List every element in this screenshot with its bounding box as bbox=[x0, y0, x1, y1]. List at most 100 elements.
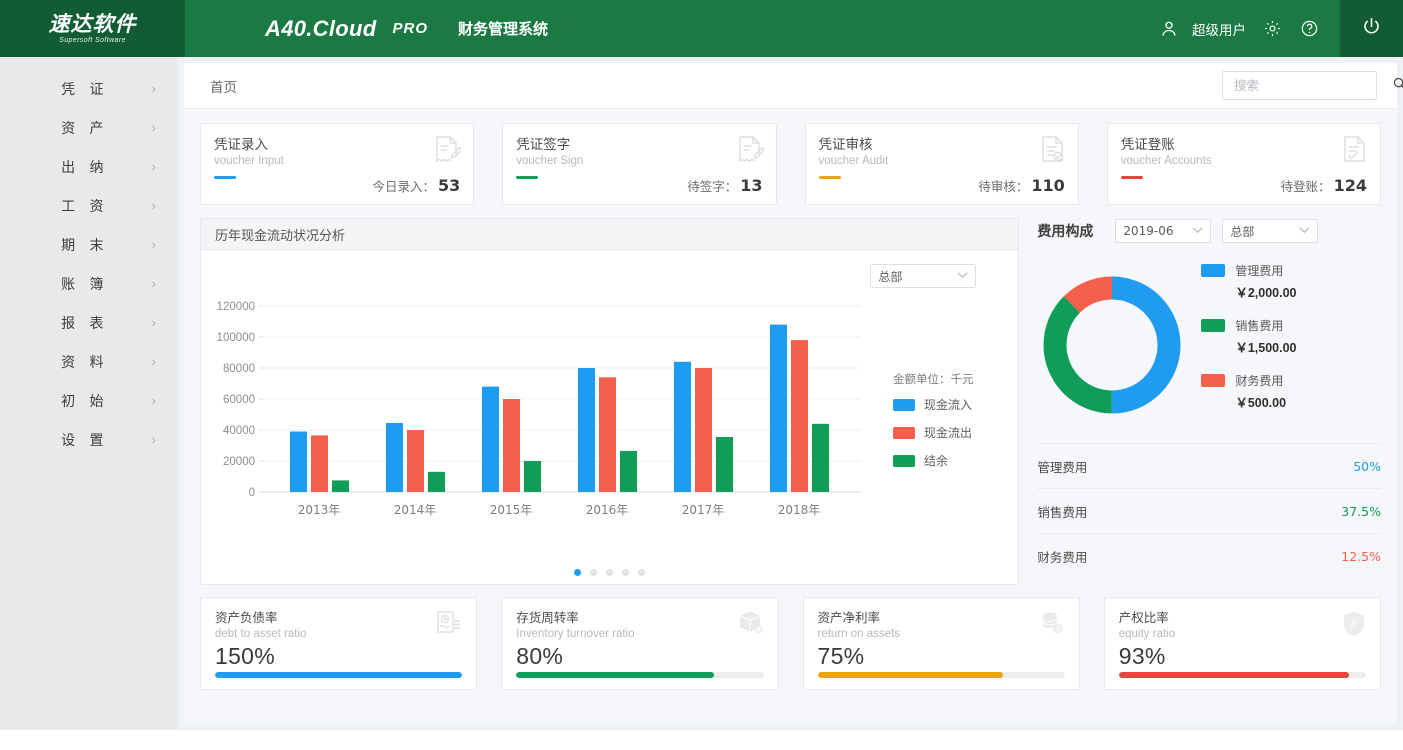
expense-percent-list: 管理费用 50% 销售费用 37.5% 财务费用 12.5% bbox=[1037, 443, 1381, 578]
sidebar-item-gongzi[interactable]: 工 资 › bbox=[0, 186, 178, 225]
svg-text:R: R bbox=[1351, 619, 1358, 630]
search-icon[interactable] bbox=[1392, 76, 1403, 96]
expense-percent: 12.5% bbox=[1341, 549, 1381, 564]
legend-item-inflow[interactable]: 现金流入 bbox=[893, 396, 974, 413]
svg-text:2018年: 2018年 bbox=[778, 503, 821, 517]
svg-text:120000: 120000 bbox=[217, 301, 255, 313]
legend-swatch bbox=[893, 455, 915, 467]
ratio-card-debt-to-asset[interactable]: 资产负债率 debt to asset ratio 150% bbox=[200, 597, 477, 690]
donut-legend-item-finance[interactable]: 财务费用 ￥500.00 bbox=[1201, 372, 1296, 411]
user-icon[interactable] bbox=[1150, 19, 1188, 39]
kpi-stat-label: 今日录入： bbox=[372, 179, 435, 194]
breadcrumb[interactable]: 首页 bbox=[210, 76, 237, 96]
ratio-progress-track bbox=[516, 672, 763, 678]
chevron-right-icon: › bbox=[152, 433, 156, 446]
expense-name: 财务费用 bbox=[1037, 547, 1087, 566]
sidebar-item-label: 出 纳 bbox=[0, 157, 152, 177]
legend-item-outflow[interactable]: 现金流出 bbox=[893, 424, 974, 441]
sidebar-item-shezhi[interactable]: 设 置 › bbox=[0, 420, 178, 459]
sidebar-item-label: 工 资 bbox=[0, 196, 152, 216]
ratio-card-inventory-turnover[interactable]: 存货周转率 Inventory turnover ratio 80% bbox=[501, 597, 778, 690]
help-icon[interactable] bbox=[1291, 19, 1328, 38]
chevron-down-icon bbox=[1299, 226, 1310, 237]
kpi-stat: 待登账：124 bbox=[1281, 176, 1367, 195]
ratio-title-cn: 产权比率 bbox=[1119, 607, 1366, 626]
ratio-value: 93% bbox=[1119, 643, 1366, 670]
legend-swatch bbox=[893, 399, 915, 411]
report-chart-icon bbox=[436, 610, 462, 641]
expense-dept-selector[interactable]: 总部 bbox=[1222, 219, 1318, 243]
sidebar-item-zichan[interactable]: 资 产 › bbox=[0, 108, 178, 147]
donut-legend-label: 财务费用 bbox=[1235, 372, 1286, 389]
kpi-stat-label: 待审核： bbox=[978, 179, 1028, 194]
voucher-audit-icon bbox=[1040, 135, 1066, 170]
user-name-label[interactable]: 超级用户 bbox=[1188, 19, 1254, 39]
carousel-dot-4[interactable] bbox=[622, 569, 629, 576]
donut-area: 管理费用 ￥2,000.00 销售费用 ￥1,500.00 bbox=[1037, 262, 1381, 427]
svg-text:60000: 60000 bbox=[223, 394, 255, 406]
carousel-dot-1[interactable] bbox=[574, 569, 581, 576]
chevron-right-icon: › bbox=[152, 82, 156, 95]
sidebar-item-label: 期 末 bbox=[0, 235, 152, 255]
sidebar-item-pingzheng[interactable]: 凭 证 › bbox=[0, 69, 178, 108]
sidebar-item-chushi[interactable]: 初 始 › bbox=[0, 381, 178, 420]
svg-text:¥: ¥ bbox=[1055, 625, 1060, 633]
kpi-stat: 今日录入：53 bbox=[372, 176, 460, 195]
content-inner: 首页 凭证录入 voucher Input bbox=[184, 63, 1397, 723]
ratio-card-equity[interactable]: 产权比率 equity ratio 93% R bbox=[1104, 597, 1381, 690]
voucher-sign-icon bbox=[736, 135, 764, 170]
main-content: 首页 凭证录入 voucher Input bbox=[178, 57, 1403, 730]
sidebar-item-ziliao[interactable]: 资 料 › bbox=[0, 342, 178, 381]
box-icon bbox=[738, 610, 764, 641]
expense-panel-title: 费用构成 bbox=[1037, 221, 1093, 241]
donut-legend-text: 管理费用 ￥2,000.00 bbox=[1235, 262, 1296, 301]
kpi-card-voucher-input[interactable]: 凭证录入 voucher Input 今日录入：53 bbox=[200, 123, 474, 205]
donut-legend-item-sales[interactable]: 销售费用 ￥1,500.00 bbox=[1201, 317, 1296, 356]
kpi-title-cn: 凭证登账 bbox=[1121, 133, 1367, 153]
carousel-dot-2[interactable] bbox=[590, 569, 597, 576]
ratio-card-return-on-assets[interactable]: 资产净利率 return on assets 75% bbox=[803, 597, 1080, 690]
search-input[interactable] bbox=[1232, 77, 1392, 94]
expense-dept-value: 总部 bbox=[1230, 223, 1254, 240]
ratio-progress-track bbox=[1119, 672, 1366, 678]
chevron-right-icon: › bbox=[152, 160, 156, 173]
gear-icon[interactable] bbox=[1254, 19, 1291, 38]
chevron-right-icon: › bbox=[152, 238, 156, 251]
brand-edition: PRO bbox=[393, 20, 429, 37]
legend-label: 结余 bbox=[924, 452, 948, 469]
chevron-down-icon bbox=[1192, 226, 1203, 237]
search-box[interactable] bbox=[1222, 71, 1377, 100]
expense-donut-chart bbox=[1037, 270, 1187, 420]
donut-legend: 管理费用 ￥2,000.00 销售费用 ￥1,500.00 bbox=[1201, 262, 1296, 427]
kpi-card-voucher-audit[interactable]: 凭证审核 voucher Audit 待审核：1 bbox=[805, 123, 1079, 205]
legend-swatch bbox=[1201, 319, 1225, 332]
donut-legend-text: 财务费用 ￥500.00 bbox=[1235, 372, 1286, 411]
sidebar-item-chuna[interactable]: 出 纳 › bbox=[0, 147, 178, 186]
kpi-title-cn: 凭证录入 bbox=[214, 133, 460, 153]
app-logo[interactable]: 速达软件 Supersoft Software bbox=[0, 0, 185, 57]
sidebar-item-zhangbu[interactable]: 账 簿 › bbox=[0, 264, 178, 303]
power-button[interactable] bbox=[1340, 0, 1403, 57]
svg-text:2016年: 2016年 bbox=[586, 503, 629, 517]
chart-title: 历年现金流动状况分析 bbox=[215, 225, 345, 244]
kpi-accent-bar bbox=[1121, 176, 1143, 179]
ratio-title-en: Inventory turnover ratio bbox=[516, 628, 763, 640]
kpi-card-voucher-sign[interactable]: 凭证签字 voucher Sign 待签字：13 bbox=[502, 123, 776, 205]
donut-legend-label: 管理费用 bbox=[1235, 262, 1296, 279]
donut-legend-item-management[interactable]: 管理费用 ￥2,000.00 bbox=[1201, 262, 1296, 301]
kpi-stat-value: 53 bbox=[438, 176, 460, 195]
dashboard-body: 凭证录入 voucher Input 今日录入：53 bbox=[184, 109, 1397, 690]
middle-row: 历年现金流动状况分析 总部 bbox=[200, 218, 1381, 585]
expense-period-selector[interactable]: 2019-06 bbox=[1115, 219, 1211, 243]
sidebar-item-label: 设 置 bbox=[0, 430, 152, 450]
kpi-card-voucher-accounts[interactable]: 凭证登账 voucher Accounts 待登账：124 bbox=[1107, 123, 1381, 205]
ratio-progress-track bbox=[818, 672, 1065, 678]
voucher-edit-icon bbox=[433, 135, 461, 170]
legend-item-balance[interactable]: 结余 bbox=[893, 452, 974, 469]
carousel-dot-5[interactable] bbox=[638, 569, 645, 576]
ratio-progress-fill bbox=[818, 672, 1003, 678]
sidebar-item-qimo[interactable]: 期 末 › bbox=[0, 225, 178, 264]
carousel-dot-3[interactable] bbox=[606, 569, 613, 576]
sidebar-item-baobiao[interactable]: 报 表 › bbox=[0, 303, 178, 342]
sidebar-item-label: 报 表 bbox=[0, 313, 152, 333]
